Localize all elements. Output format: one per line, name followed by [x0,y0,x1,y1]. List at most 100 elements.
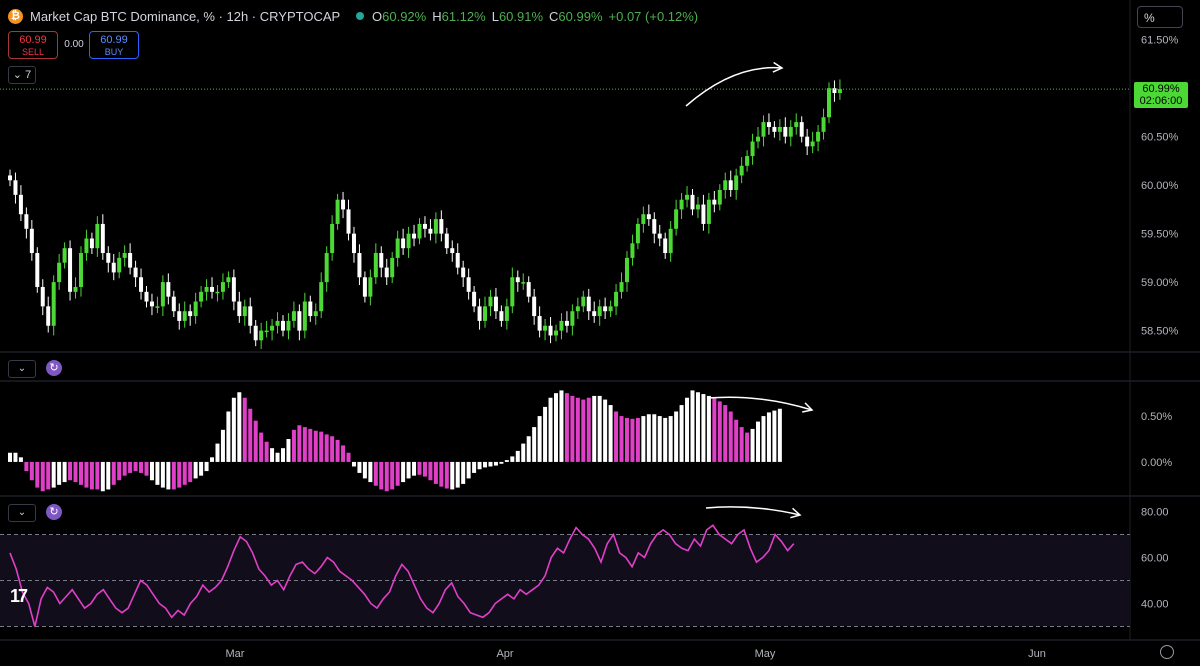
candle-body [805,136,810,147]
histogram-bar [379,461,384,490]
histogram-bar [635,417,640,462]
histogram-bar [395,461,400,486]
histogram-bar [477,461,482,470]
time-axis-label: Jun [1028,648,1046,660]
candle-body [313,311,318,317]
candle-body [723,180,728,190]
candle-body [373,253,378,278]
histogram-bar [297,425,302,462]
histogram-bar [646,414,651,462]
candle-body [564,320,569,326]
candle-body [139,277,144,292]
histogram-bar [439,461,444,487]
candle-body [401,238,406,249]
candle-body [712,199,717,205]
histogram-bar [608,405,613,462]
sync-icon[interactable]: ↻ [46,360,62,376]
histogram-bar [128,461,133,473]
histogram-bar [690,390,695,462]
candle-body [106,253,111,263]
candle-body [685,194,690,200]
candle-body [193,301,198,317]
histogram-bar [193,461,198,479]
histogram-bar [8,452,12,462]
candle-body [614,291,619,307]
histogram-bar [73,461,78,483]
histogram-bar [210,457,215,462]
histogram-bar [717,401,722,462]
histogram-bar [422,461,427,477]
histogram-bar [324,434,329,462]
histogram-bar [100,461,105,492]
candle-body [242,306,247,317]
histogram-bar [564,393,569,462]
candle-body [335,199,340,224]
candle-body [35,253,40,287]
candle-body [510,277,515,307]
histogram-bar [35,461,40,488]
histogram-bar [504,460,509,462]
histogram-bar [319,431,324,462]
histogram-bar [750,428,755,462]
histogram-bar [428,461,433,481]
candle-body [777,126,782,132]
sync-icon[interactable]: ↻ [46,504,62,520]
time-axis-label: Apr [496,648,513,660]
histogram-bar [335,439,340,462]
price-axis-tick: 59.50% [1141,229,1179,241]
rsi-pane [0,524,1130,627]
candle-body [499,311,504,321]
candle-body [362,277,367,297]
candle-body [29,228,34,254]
histogram-bar [89,461,94,490]
histogram-bar [581,399,586,462]
histogram-bar [472,461,477,473]
histogram-bar [95,461,100,490]
rsi-axis-tick: 40.00 [1141,599,1169,611]
candle-body [668,228,673,254]
chart-canvas[interactable]: 61.50%61.00%60.50%60.00%59.50%59.00%58.5… [0,0,1200,666]
candle-body [166,282,171,297]
candle-body [111,262,116,273]
histogram-bar [270,448,275,462]
trend-arrow [685,66,783,107]
candle-body [652,219,657,234]
candle-body [433,219,438,234]
histogram-bar [281,448,285,462]
histogram-bar [13,452,18,462]
histogram-bar [532,427,537,462]
price-axes: 61.50%61.00%60.50%60.00%59.50%59.00%58.5… [1141,35,1179,611]
histogram-bar [390,461,395,490]
candle-body [439,219,444,234]
histogram-bar [351,461,356,467]
candle-body [450,248,455,254]
histogram-bar [204,461,209,472]
candle-body [95,223,100,249]
candle-body [586,296,591,312]
histogram-bar [362,461,367,479]
histogram-bar [450,461,455,490]
candle-body [100,223,105,254]
candle-body [149,301,154,307]
price-pane [0,79,1130,350]
rsi-pane-collapse[interactable]: ⌄ [8,504,36,522]
histogram-bar [526,436,531,462]
settings-icon[interactable] [1160,645,1174,659]
histogram-bar [701,394,706,462]
histogram-bar [248,408,253,462]
histogram-bar [220,429,225,462]
histogram-bar [68,461,73,481]
candle-body [62,248,67,263]
candle-body [220,282,225,292]
candle-body [210,286,215,292]
candle-body [51,282,56,326]
candle-body [554,330,558,336]
candle-body [324,253,329,283]
histogram-pane-collapse[interactable]: ⌄ [8,360,36,378]
histogram-bar [548,397,553,462]
candle-body [286,320,291,331]
trend-arrow [705,506,801,516]
candle-body [690,194,695,210]
histogram-bar [139,461,144,473]
candle-body [701,204,706,224]
